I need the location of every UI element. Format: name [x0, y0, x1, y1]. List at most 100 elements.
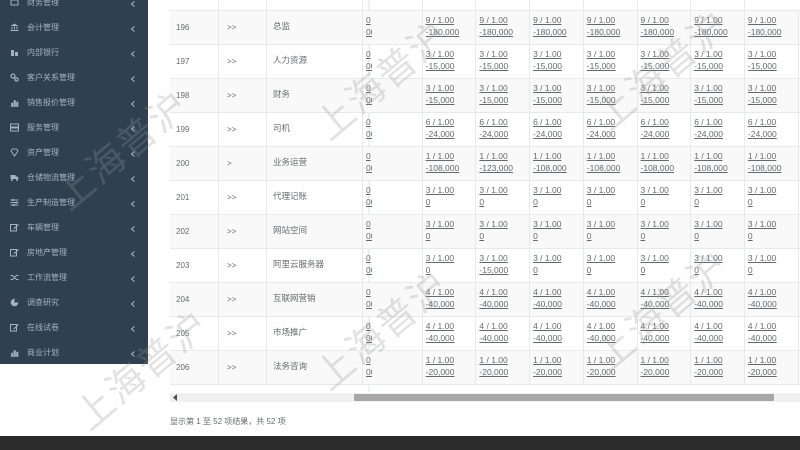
value-link[interactable]: 3 / 1.00 -15,000: [475, 45, 529, 79]
value-link[interactable]: 6 / 1.00 -24,000: [529, 113, 583, 147]
expand-toggle[interactable]: >>: [218, 11, 266, 45]
value-link[interactable]: 3 / 1.00 -15,000: [421, 45, 476, 79]
value-link[interactable]: 000: [362, 113, 372, 147]
value-link[interactable]: 3 / 1.00 -15,000: [421, 79, 476, 113]
value-link[interactable]: 3 / 1.00 0: [421, 249, 476, 283]
value-link[interactable]: 1 / 1.00 -20,000: [421, 351, 476, 385]
value-link[interactable]: 3 / 1.00 -15,000: [690, 79, 744, 113]
value-link[interactable]: 000: [362, 283, 372, 317]
value-link[interactable]: 3 / 1.00 0: [582, 249, 637, 283]
value-link[interactable]: 4 / 1.00 -40,000: [529, 317, 583, 351]
value-link[interactable]: 3 / 1.00 -15,000: [529, 79, 583, 113]
value-link[interactable]: 4 / 1.00 -40,000: [582, 317, 637, 351]
value-link[interactable]: 3 / 1.00 0: [690, 249, 744, 283]
value-link[interactable]: 3 / 1.00 0: [690, 215, 744, 249]
sidebar-item-12[interactable]: 调查研究: [0, 290, 148, 315]
value-link[interactable]: 6 / 1.00 -24,000: [690, 113, 744, 147]
expand-toggle[interactable]: >>: [218, 283, 266, 317]
value-link[interactable]: 4 / 1.00 -40,000: [582, 283, 637, 317]
value-link[interactable]: 6 / 1.00 -24,000: [421, 113, 476, 147]
value-link[interactable]: 4 / 1.00 -40,000: [743, 283, 798, 317]
expand-toggle[interactable]: >>: [218, 249, 266, 283]
value-link[interactable]: 000: [362, 79, 372, 113]
value-link[interactable]: 000: [362, 11, 372, 45]
value-link[interactable]: 3 / 1.00 0: [636, 249, 691, 283]
value-link[interactable]: 3 / 1.00 0: [529, 215, 583, 249]
sidebar-item-13[interactable]: 在线试卷: [0, 315, 148, 340]
value-link[interactable]: 1 / 1.00 -108,000: [529, 147, 583, 181]
expand-toggle[interactable]: >>: [218, 215, 266, 249]
value-link[interactable]: 1 / 1.00 -20,000: [582, 351, 637, 385]
value-link[interactable]: 1 / 1.00 -20,000: [529, 351, 583, 385]
value-link[interactable]: 3 / 1.00 0: [421, 215, 476, 249]
value-link[interactable]: 3 / 1.00 -15,000: [582, 45, 637, 79]
expand-toggle[interactable]: >>: [218, 79, 266, 113]
value-link[interactable]: 3 / 1.00 -15,000: [636, 45, 691, 79]
value-link[interactable]: 9 / 1.00 -180,000: [690, 11, 744, 45]
sidebar-item-0[interactable]: 财务管理: [0, 0, 148, 15]
value-link[interactable]: 4 / 1.00 -40,000: [421, 283, 476, 317]
value-link[interactable]: 1 / 1.00 -20,000: [636, 351, 691, 385]
sidebar-item-2[interactable]: 内部银行: [0, 40, 148, 65]
value-link[interactable]: 4 / 1.00 -40,000: [690, 317, 744, 351]
value-link[interactable]: 3 / 1.00 0: [529, 249, 583, 283]
value-link[interactable]: 1 / 1.00 -108,000: [421, 147, 476, 181]
value-link[interactable]: 000: [362, 45, 372, 79]
value-link[interactable]: 4 / 1.00 -40,000: [529, 283, 583, 317]
sidebar-item-1[interactable]: 会计管理: [0, 15, 148, 40]
value-link[interactable]: 3 / 1.00 -15,000: [529, 45, 583, 79]
value-link[interactable]: 4 / 1.00 -40,000: [636, 283, 691, 317]
sidebar-item-9[interactable]: 车辆管理: [0, 215, 148, 240]
value-link[interactable]: 3 / 1.00 0: [743, 215, 798, 249]
expand-toggle[interactable]: >>: [218, 181, 266, 215]
value-link[interactable]: 6 / 1.00 -24,000: [743, 113, 798, 147]
value-link[interactable]: 1 / 1.00 -20,000: [475, 351, 529, 385]
value-link[interactable]: 3 / 1.00 -15,000: [475, 79, 529, 113]
sidebar-item-6[interactable]: 资产管理: [0, 140, 148, 165]
value-link[interactable]: 3 / 1.00 -15,000: [690, 45, 744, 79]
value-link[interactable]: 1 / 1.00 -20,000: [690, 351, 744, 385]
value-link[interactable]: 3 / 1.00 0: [582, 181, 637, 215]
value-link[interactable]: 9 / 1.00 -180,000: [475, 11, 529, 45]
horizontal-scrollbar[interactable]: [170, 393, 800, 402]
value-link[interactable]: 4 / 1.00 -40,000: [636, 317, 691, 351]
value-link[interactable]: 6 / 1.00 -24,000: [582, 113, 637, 147]
value-link[interactable]: 4 / 1.00 -40,000: [475, 283, 529, 317]
expand-toggle[interactable]: >>: [218, 45, 266, 79]
value-link[interactable]: 3 / 1.00 -15,000: [636, 79, 691, 113]
sidebar-item-5[interactable]: 服务管理: [0, 115, 148, 140]
value-link[interactable]: 1 / 1.00 -108,000: [743, 147, 798, 181]
sidebar-item-14[interactable]: 商业计划: [0, 340, 148, 365]
expand-toggle[interactable]: >>: [218, 351, 266, 385]
value-link[interactable]: 9 / 1.00 -180,000: [582, 11, 637, 45]
value-link[interactable]: 6 / 1.00 -24,000: [475, 113, 529, 147]
sidebar-item-7[interactable]: 仓储物流管理: [0, 165, 148, 190]
value-link[interactable]: 000: [362, 147, 372, 181]
value-link[interactable]: 9 / 1.00 -180,000: [636, 11, 691, 45]
value-link[interactable]: 000: [362, 351, 372, 385]
value-link[interactable]: 000: [362, 215, 372, 249]
value-link[interactable]: 1 / 1.00 -108,000: [636, 147, 691, 181]
value-link[interactable]: 4 / 1.00 -40,000: [475, 317, 529, 351]
expand-toggle[interactable]: >>: [218, 113, 266, 147]
value-link[interactable]: 3 / 1.00 0: [636, 215, 691, 249]
value-link[interactable]: 3 / 1.00 0: [475, 215, 529, 249]
value-link[interactable]: 3 / 1.00 -15,000: [475, 249, 529, 283]
value-link[interactable]: 4 / 1.00 -40,000: [421, 317, 476, 351]
sidebar-item-3[interactable]: 客户关系管理: [0, 65, 148, 90]
value-link[interactable]: 9 / 1.00 -180,000: [743, 11, 798, 45]
value-link[interactable]: 3 / 1.00 0: [582, 215, 637, 249]
sidebar-item-4[interactable]: 销售报价管理: [0, 90, 148, 115]
value-link[interactable]: 000: [362, 249, 372, 283]
value-link[interactable]: 3 / 1.00 0: [529, 181, 583, 215]
value-link[interactable]: 1 / 1.00 -123,000: [475, 147, 529, 181]
value-link[interactable]: 3 / 1.00 0: [690, 181, 744, 215]
scrollbar-thumb[interactable]: [354, 394, 774, 401]
expand-toggle[interactable]: >: [218, 147, 266, 181]
value-link[interactable]: 000: [362, 181, 372, 215]
value-link[interactable]: 3 / 1.00 -15,000: [743, 45, 798, 79]
value-link[interactable]: 9 / 1.00 -180,000: [421, 11, 476, 45]
value-link[interactable]: 6 / 1.00 -24,000: [636, 113, 691, 147]
value-link[interactable]: 4 / 1.00 -40,000: [690, 283, 744, 317]
scroll-left-arrow-icon[interactable]: [172, 394, 178, 401]
